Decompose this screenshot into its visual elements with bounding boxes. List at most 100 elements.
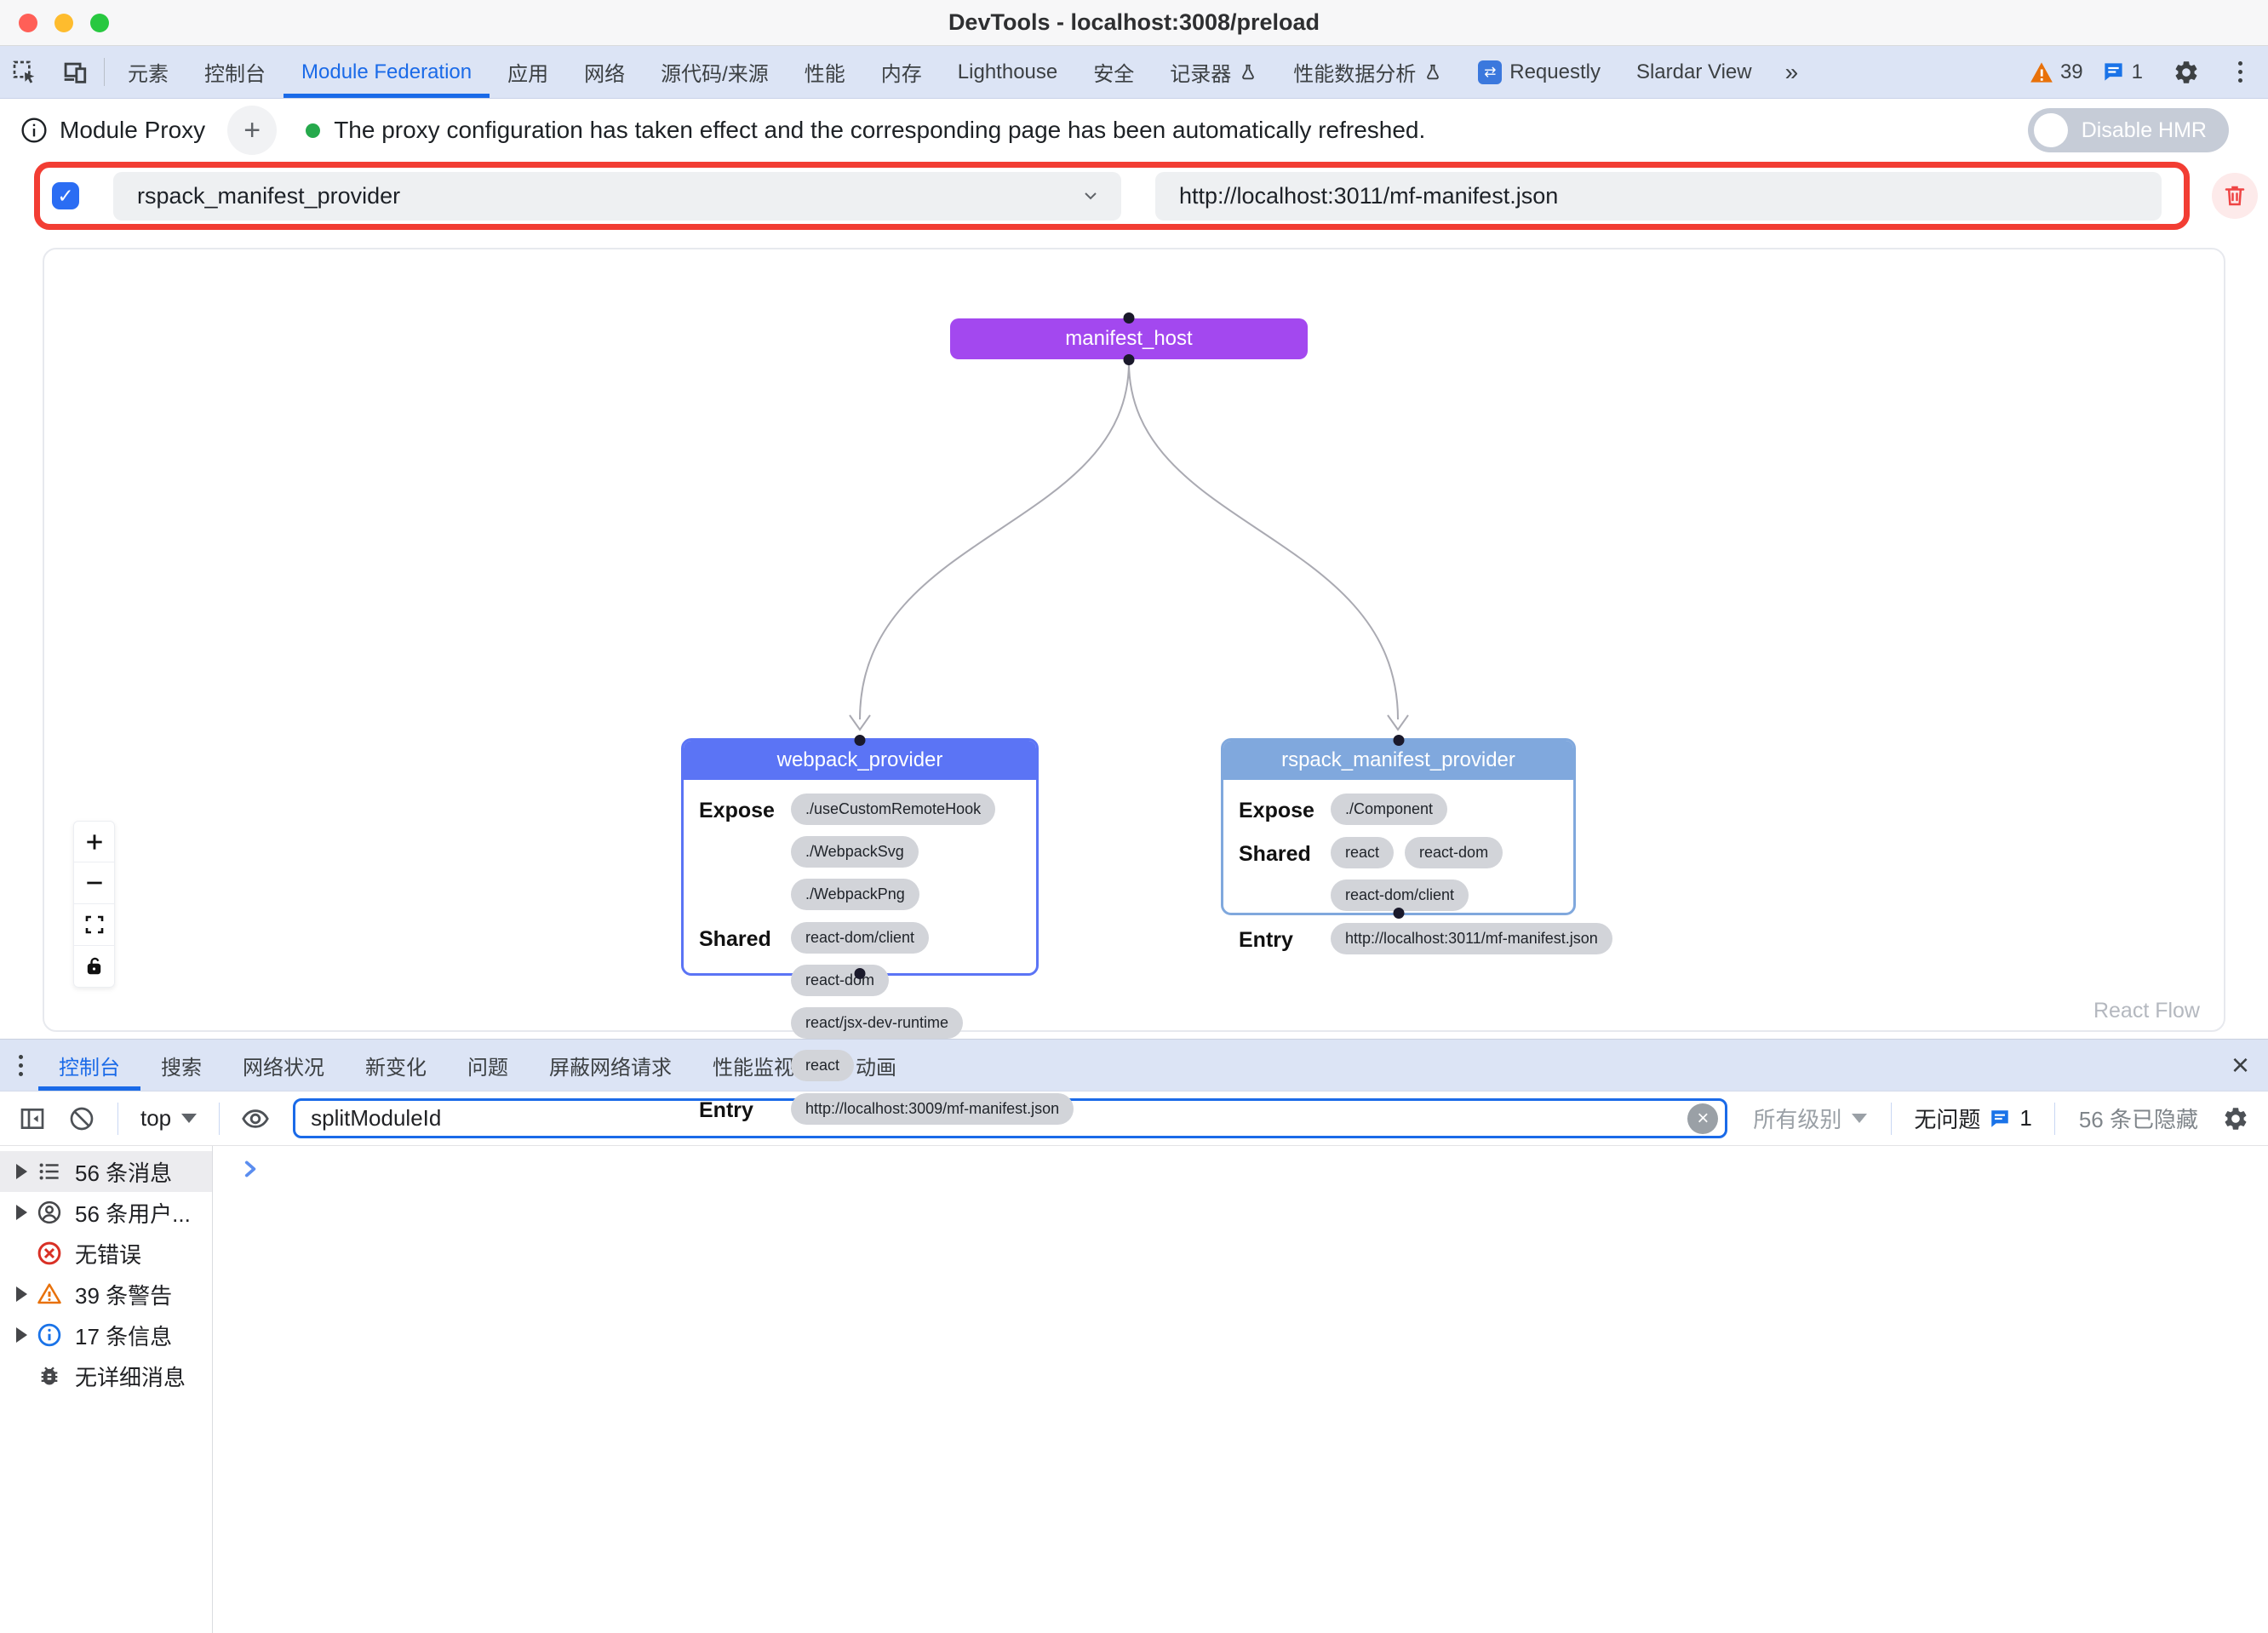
sidebar-item-all-messages[interactable]: 56 条消息: [0, 1151, 212, 1192]
drawer-menu-icon[interactable]: [10, 1050, 32, 1081]
context-selector[interactable]: top: [134, 1105, 203, 1132]
proxy-config-row: ✓ rspack_manifest_provider: [34, 162, 2258, 230]
log-levels-select[interactable]: 所有级别: [1744, 1103, 1876, 1134]
clear-filter-icon[interactable]: ×: [1687, 1103, 1718, 1134]
disclosure-arrow-icon[interactable]: [10, 1205, 32, 1220]
tab-module-federation[interactable]: Module Federation: [284, 46, 490, 98]
settings-gear-icon[interactable]: [2162, 59, 2211, 86]
add-proxy-button[interactable]: +: [227, 106, 277, 155]
inspect-element-icon[interactable]: [0, 46, 49, 98]
shared-pill: react-dom/client: [1331, 880, 1469, 911]
issues-status[interactable]: 无问题 1: [1907, 1103, 2038, 1134]
drawer-tab-console[interactable]: 控制台: [38, 1040, 140, 1091]
shared-row: Shared react-dom/client react-dom react/…: [699, 922, 1021, 1081]
proxy-enabled-checkbox[interactable]: ✓: [52, 182, 79, 209]
tab-performance[interactable]: 性能: [787, 46, 863, 98]
title-bar: DevTools - localhost:3008/preload: [0, 0, 2268, 46]
tab-slardar-view[interactable]: Slardar View: [1618, 46, 1770, 98]
hidden-messages-count: 56 条已隐藏: [2070, 1103, 2207, 1134]
clear-console-icon[interactable]: [61, 1098, 102, 1139]
requestly-icon: ⇄: [1478, 60, 1502, 84]
disable-hmr-toggle[interactable]: Disable HMR: [2028, 108, 2229, 152]
node-handle: [855, 968, 866, 979]
chevron-down-icon: [1080, 186, 1101, 206]
live-expression-eye-icon[interactable]: [235, 1098, 276, 1139]
expose-pill: ./WebpackSvg: [791, 836, 919, 868]
sidebar-item-errors[interactable]: 无错误: [0, 1233, 212, 1274]
more-options-icon[interactable]: [2230, 56, 2251, 88]
shared-pill: react: [791, 1050, 854, 1081]
tab-requestly[interactable]: ⇄ Requestly: [1460, 46, 1618, 98]
node-handle: [1393, 735, 1404, 746]
tab-performance-insights[interactable]: 性能数据分析: [1275, 46, 1460, 98]
experiment-flask-icon: [1239, 62, 1257, 83]
zoom-in-button[interactable]: [73, 821, 115, 862]
tab-sources[interactable]: 源代码/来源: [643, 46, 787, 98]
caret-down-icon: [181, 1114, 197, 1123]
warnings-badge[interactable]: 39: [2030, 60, 2083, 84]
expose-row: Expose ./Component: [1239, 794, 1558, 825]
node-title: rspack_manifest_provider: [1223, 741, 1573, 780]
disclosure-arrow-icon[interactable]: [10, 1327, 32, 1343]
bug-icon: [36, 1362, 63, 1389]
message-icon: [1989, 1108, 2011, 1130]
expose-pill: ./Component: [1331, 794, 1447, 825]
tab-console[interactable]: 控制台: [186, 46, 284, 98]
tab-application[interactable]: 应用: [490, 46, 566, 98]
node-manifest-host[interactable]: manifest_host: [950, 318, 1308, 359]
tab-security[interactable]: 安全: [1075, 46, 1152, 98]
entry-row: Entry http://localhost:3011/mf-manifest.…: [1239, 923, 1558, 954]
entry-pill: http://localhost:3011/mf-manifest.json: [1331, 923, 1612, 954]
manifest-url-input[interactable]: [1155, 172, 2162, 221]
zoom-out-button[interactable]: [73, 862, 115, 904]
issues-badge[interactable]: 1: [2102, 60, 2143, 84]
console-body: 56 条消息 56 条用户... 无错: [0, 1146, 2268, 1633]
node-handle: [1393, 908, 1404, 919]
device-toolbar-icon[interactable]: [49, 46, 99, 98]
more-tabs-button[interactable]: »: [1770, 46, 1814, 98]
shared-pill: react-dom: [1405, 837, 1503, 868]
node-rspack-manifest-provider[interactable]: rspack_manifest_provider Expose ./Compon…: [1221, 738, 1576, 915]
graph-edges: [44, 249, 2224, 1030]
expose-row: Expose ./useCustomRemoteHook ./WebpackSv…: [699, 794, 1021, 910]
tab-elements[interactable]: 元素: [110, 46, 186, 98]
chevron-right-icon: [238, 1158, 261, 1180]
disclosure-arrow-icon[interactable]: [10, 1164, 32, 1179]
drawer-tab-search[interactable]: 搜索: [140, 1040, 222, 1091]
lock-button[interactable]: [73, 946, 115, 988]
drawer-tab-network-blocking[interactable]: 屏蔽网络请求: [529, 1040, 692, 1091]
provider-select[interactable]: rspack_manifest_provider: [113, 172, 1121, 221]
close-drawer-button[interactable]: ×: [2213, 1047, 2268, 1083]
tab-lighthouse[interactable]: Lighthouse: [940, 46, 1075, 98]
tab-recorder[interactable]: 记录器: [1152, 46, 1275, 98]
module-federation-graph[interactable]: manifest_host webpack_provider Expose ./…: [43, 248, 2225, 1032]
sidebar-item-warnings[interactable]: 39 条警告: [0, 1274, 212, 1315]
console-settings-gear-icon[interactable]: [2215, 1098, 2256, 1139]
experiment-flask-icon: [1423, 62, 1442, 83]
node-handle: [1124, 354, 1135, 365]
delete-proxy-button[interactable]: [2212, 173, 2258, 219]
tabbar-right-cluster: 39 1: [2030, 46, 2268, 98]
console-messages-area[interactable]: [213, 1146, 2268, 1633]
devtools-tabbar: 元素 控制台 Module Federation 应用 网络 源代码/来源 性能…: [0, 46, 2268, 99]
node-webpack-provider[interactable]: webpack_provider Expose ./useCustomRemot…: [681, 738, 1039, 976]
disclosure-arrow-icon[interactable]: [10, 1286, 32, 1302]
sidebar-item-verbose[interactable]: 无详细消息: [0, 1355, 212, 1396]
expose-pill: ./useCustomRemoteHook: [791, 794, 995, 825]
drawer-tab-network-conditions[interactable]: 网络状况: [222, 1040, 345, 1091]
drawer-tabbar: 控制台 搜索 网络状况 新变化 问题 屏蔽网络请求 性能监视器 动画 ×: [0, 1040, 2268, 1092]
fit-view-button[interactable]: [73, 904, 115, 946]
console-sidebar-toggle-icon[interactable]: [12, 1098, 53, 1139]
sidebar-item-info[interactable]: 17 条信息: [0, 1315, 212, 1355]
error-icon: [36, 1240, 63, 1267]
tab-memory[interactable]: 内存: [863, 46, 940, 98]
flow-controls: [73, 821, 115, 988]
entry-pill: http://localhost:3009/mf-manifest.json: [791, 1093, 1074, 1125]
console-toolbar: top × 所有级别 无问题 1 5: [0, 1092, 2268, 1146]
shared-pill: react: [1331, 837, 1394, 868]
drawer-tab-issues[interactable]: 问题: [447, 1040, 529, 1091]
sidebar-item-user-messages[interactable]: 56 条用户...: [0, 1192, 212, 1233]
tab-network[interactable]: 网络: [566, 46, 643, 98]
expose-pill: ./WebpackPng: [791, 879, 919, 910]
drawer-tab-changes[interactable]: 新变化: [345, 1040, 447, 1091]
